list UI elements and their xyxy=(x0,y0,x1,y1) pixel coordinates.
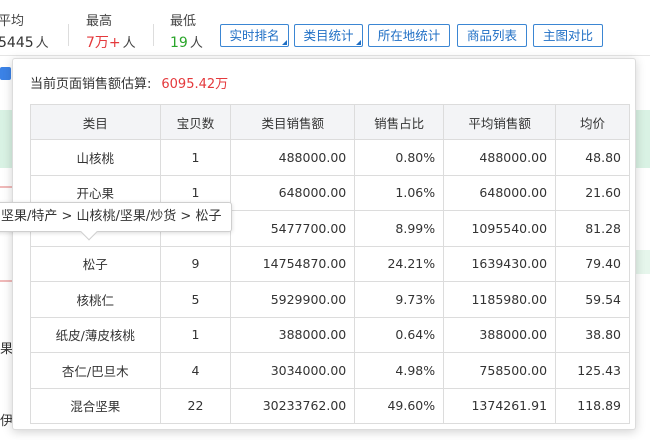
col-header-item-count[interactable]: 宝贝数 xyxy=(159,104,232,140)
cell-category-sales: 30233762.00 xyxy=(230,387,356,424)
stat-min-value: 19 xyxy=(170,35,188,51)
table-row: 混合坚果 22 30233762.00 49.60% 1374261.91 11… xyxy=(30,387,630,424)
cell-avg-price: 59.54 xyxy=(555,281,630,318)
cell-avg-price: 118.89 xyxy=(555,387,630,424)
cell-item-count: 1 xyxy=(159,316,232,353)
category-stats-popup: 当前页面销售额估算: 6095.42万 类目 宝贝数 类目销售额 销售占比 平均销… xyxy=(12,58,636,430)
stats-bar: 平均 5445 人 最高 7万+ 人 最低 19 人 实时排名 类目统计 所在地统计 … xyxy=(0,0,650,56)
cell-avg-sales: 758500.00 xyxy=(443,352,557,389)
cell-category-sales: 5477700.00 xyxy=(230,210,356,247)
cell-category-sales: 648000.00 xyxy=(230,174,356,211)
category-path-tooltip: 坚果/特产 > 山核桃/坚果/炒货 > 松子 xyxy=(0,202,233,241)
table-row: 杏仁/巴旦木 4 3034000.00 4.98% 758500.00 125.… xyxy=(30,352,630,389)
cell-sales-share: 8.99% xyxy=(354,210,445,247)
stat-min-label: 最低 xyxy=(170,14,197,29)
cell-avg-sales: 1095540.00 xyxy=(443,210,557,247)
cell-avg-sales: 488000.00 xyxy=(443,139,557,176)
divider xyxy=(153,24,154,46)
col-header-category[interactable]: 类目 xyxy=(30,104,161,140)
cell-avg-price: 79.40 xyxy=(555,245,630,282)
cell-sales-share: 0.80% xyxy=(354,139,445,176)
category-path-text: 坚果/特产 > 山核桃/坚果/炒货 > 松子 xyxy=(1,209,222,224)
table-row: 山核桃 1 488000.00 0.80% 488000.00 48.80 xyxy=(30,139,630,176)
stat-average-label: 平均 xyxy=(0,14,25,29)
cell-avg-sales: 388000.00 xyxy=(443,316,557,353)
dropdown-corner-icon xyxy=(282,40,287,45)
col-header-avg-price[interactable]: 均价 xyxy=(555,104,630,140)
cell-sales-share: 0.64% xyxy=(354,316,445,353)
category-table: 类目 宝贝数 类目销售额 销售占比 平均销售额 均价 山核桃 1 488000.… xyxy=(30,104,630,424)
cell-category-sales: 14754870.00 xyxy=(230,245,356,282)
cell-item-count: 1 xyxy=(159,139,232,176)
product-list-label: 商品列表 xyxy=(466,28,517,43)
cell-category[interactable]: 山核桃 xyxy=(30,139,161,176)
cell-category[interactable]: 纸皮/薄皮核桃 xyxy=(30,316,161,353)
cell-avg-price: 38.80 xyxy=(555,316,630,353)
cell-sales-share: 4.98% xyxy=(354,352,445,389)
table-row: 纸皮/薄皮核桃 1 388000.00 0.64% 388000.00 38.8… xyxy=(30,316,630,353)
location-stats-button[interactable]: 所在地统计 xyxy=(368,24,450,47)
cell-item-count: 5 xyxy=(159,281,232,318)
table-row: 松子 9 14754870.00 24.21% 1639430.00 79.40 xyxy=(30,245,630,282)
stat-min-unit: 人 xyxy=(189,36,203,51)
stat-max-label: 最高 xyxy=(86,14,113,29)
realtime-rank-label: 实时排名 xyxy=(229,28,280,43)
compare-images-button[interactable]: 主图对比 xyxy=(533,24,603,47)
cell-avg-sales: 1374261.91 xyxy=(443,387,557,424)
compare-images-label: 主图对比 xyxy=(542,28,593,43)
divider xyxy=(68,24,69,46)
realtime-rank-button[interactable]: 实时排名 xyxy=(220,24,289,47)
stat-max-unit: 人 xyxy=(122,36,136,51)
col-header-sales-share[interactable]: 销售占比 xyxy=(354,104,445,140)
sales-estimate-label: 当前页面销售额估算: xyxy=(30,77,152,92)
product-list-button[interactable]: 商品列表 xyxy=(457,24,527,47)
stat-min: 最低 19 人 xyxy=(170,10,203,51)
stat-average-unit: 人 xyxy=(35,36,49,51)
cell-item-count: 9 xyxy=(159,245,232,282)
cell-avg-sales: 1185980.00 xyxy=(443,281,557,318)
stat-max: 最高 7万+ 人 xyxy=(86,10,136,52)
cell-item-count: 22 xyxy=(159,387,232,424)
cell-category[interactable]: 松子 xyxy=(30,245,161,282)
sales-estimate-amount: 6095.42万 xyxy=(161,77,229,92)
cell-sales-share: 9.73% xyxy=(354,281,445,318)
cell-avg-price: 125.43 xyxy=(555,352,630,389)
sales-estimate: 当前页面销售额估算: 6095.42万 xyxy=(30,73,228,92)
stat-average: 平均 5445 人 xyxy=(0,10,49,51)
cell-category[interactable]: 核桃仁 xyxy=(30,281,161,318)
cell-avg-price: 48.80 xyxy=(555,139,630,176)
cell-category-sales: 388000.00 xyxy=(230,316,356,353)
location-stats-label: 所在地统计 xyxy=(377,28,441,43)
cell-category-sales: 488000.00 xyxy=(230,139,356,176)
cell-category[interactable]: 混合坚果 xyxy=(30,387,161,424)
cell-sales-share: 1.06% xyxy=(354,174,445,211)
cell-category-sales: 3034000.00 xyxy=(230,352,356,389)
stat-max-value: 7万+ xyxy=(86,35,121,51)
cell-item-count: 4 xyxy=(159,352,232,389)
cell-avg-price: 21.60 xyxy=(555,174,630,211)
col-header-avg-sales[interactable]: 平均销售额 xyxy=(443,104,557,140)
col-header-category-sales[interactable]: 类目销售额 xyxy=(230,104,356,140)
cell-avg-sales: 648000.00 xyxy=(443,174,557,211)
cell-category[interactable]: 杏仁/巴旦木 xyxy=(30,352,161,389)
category-stats-label: 类目统计 xyxy=(303,28,354,43)
cell-avg-price: 81.28 xyxy=(555,210,630,247)
cell-sales-share: 49.60% xyxy=(354,387,445,424)
cell-category-sales: 5929900.00 xyxy=(230,281,356,318)
checkbox-icon[interactable] xyxy=(0,67,11,80)
cell-sales-share: 24.21% xyxy=(354,245,445,282)
cell-avg-sales: 1639430.00 xyxy=(443,245,557,282)
dropdown-corner-icon xyxy=(356,40,361,45)
category-stats-button[interactable]: 类目统计 xyxy=(294,24,363,47)
stat-average-value: 5445 xyxy=(0,35,34,51)
table-row: 核桃仁 5 5929900.00 9.73% 1185980.00 59.54 xyxy=(30,281,630,318)
table-header-row: 类目 宝贝数 类目销售额 销售占比 平均销售额 均价 xyxy=(30,104,630,140)
